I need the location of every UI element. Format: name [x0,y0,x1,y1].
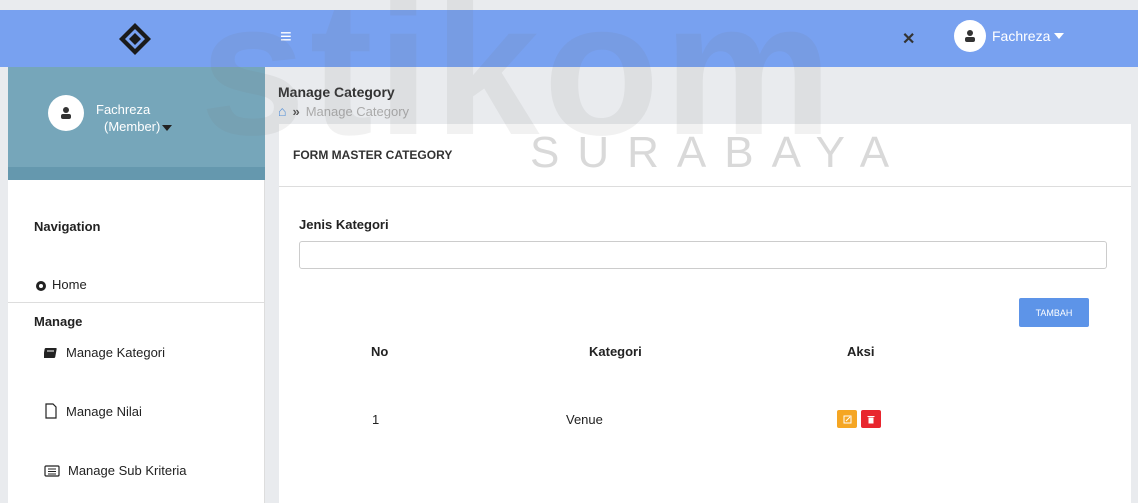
sidebar-item-manage-sub-kriteria[interactable]: Manage Sub Kriteria [44,463,187,478]
dashboard-icon [36,280,46,291]
profile-name: Fachreza [96,102,151,117]
user-icon [61,107,71,119]
form-panel: FORM MASTER CATEGORY Jenis Kategori TAMB… [279,124,1131,503]
profile-role-dropdown[interactable]: (Member) [104,119,173,134]
top-navbar: ≡ ✕ Fachreza [0,10,1138,67]
edit-icon [843,415,851,423]
manage-title: Manage [34,314,83,329]
logo[interactable] [0,10,270,67]
fullscreen-icon[interactable]: ✕ [902,29,915,49]
sidebar-item-label: Manage Nilai [66,403,142,419]
panel-title: FORM MASTER CATEGORY [293,148,453,162]
chevron-down-icon [162,124,173,131]
table-header-no: No [371,344,389,359]
sidebar-profile: Fachreza (Member) [8,67,265,180]
table-cell-kategori: Venue [566,412,603,427]
edit-button[interactable] [837,410,857,428]
sidebar-item-label: Home [52,277,87,292]
profile-band [8,167,265,180]
home-icon[interactable]: ⌂ [278,103,286,119]
hamburger-icon[interactable]: ≡ [280,26,292,49]
avatar [954,20,986,52]
sidebar-item-label: Manage Kategori [66,345,166,360]
add-button[interactable]: TAMBAH [1019,298,1089,327]
table-header-aksi: Aksi [847,344,875,359]
breadcrumb-current: Manage Category [305,103,410,119]
file-icon [45,403,57,419]
sidebar-item-home[interactable]: Home [34,277,87,292]
navigation-title: Navigation [34,219,101,234]
page-title: Manage Category [278,84,395,100]
sidebar-item-manage-nilai[interactable]: Manage Nilai [44,403,142,419]
double-chevron-icon: » [292,103,300,119]
chevron-down-icon [1054,33,1065,39]
sidebar: Fachreza (Member) Navigation Home Manage… [8,67,265,503]
table-header-kategori: Kategori [589,344,642,359]
list-icon [44,464,60,477]
table-cell-no: 1 [372,412,380,427]
user-icon [965,30,975,42]
sidebar-item-label: Manage Sub Kriteria [68,463,187,478]
avatar [48,95,84,131]
top-user-name: Fachreza [992,28,1051,44]
sidebar-item-manage-kategori[interactable]: Manage Kategori [44,345,165,360]
panel-header: FORM MASTER CATEGORY [279,124,1131,187]
trash-icon [867,415,875,423]
divider [8,302,265,303]
user-menu[interactable]: Fachreza [954,20,1065,52]
book-icon [44,347,57,358]
diamond-logo-icon [119,22,151,55]
profile-role: (Member) [104,119,161,134]
breadcrumb: ⌂ » Manage Category [278,103,409,119]
delete-button[interactable] [861,410,881,428]
jenis-kategori-input[interactable] [299,241,1107,269]
field-label: Jenis Kategori [299,217,389,232]
